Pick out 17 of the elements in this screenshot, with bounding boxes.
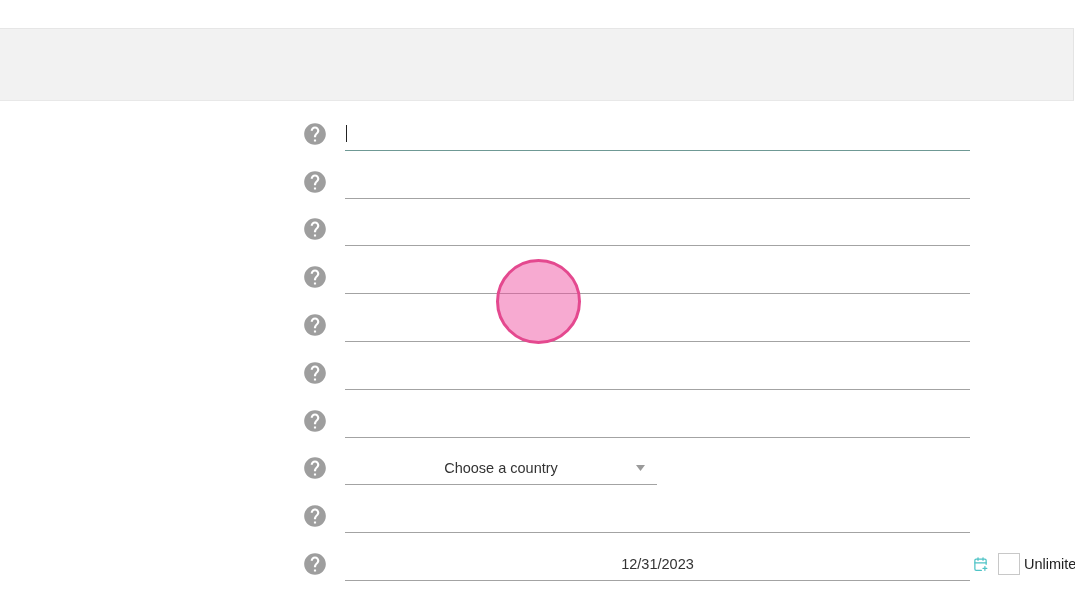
help-icon[interactable] xyxy=(304,266,326,289)
help-icon[interactable] xyxy=(304,409,326,432)
help-icon[interactable] xyxy=(304,505,326,528)
country-select[interactable]: Choose a country xyxy=(345,451,657,486)
help-icon[interactable] xyxy=(304,122,326,145)
help-icon[interactable] xyxy=(304,553,326,576)
dropdown-triangle-icon xyxy=(636,464,645,471)
text-cursor xyxy=(346,124,347,142)
checkbox[interactable] xyxy=(998,553,1020,576)
help-icon[interactable] xyxy=(304,314,326,337)
help-icon[interactable] xyxy=(304,170,326,193)
help-icon[interactable] xyxy=(304,457,326,480)
help-icon[interactable] xyxy=(304,218,326,241)
help-icon[interactable] xyxy=(304,361,326,384)
date-field[interactable]: 12/31/2023 xyxy=(345,547,970,582)
checkbox-label: Unlimite xyxy=(1024,556,1075,573)
calendar-icon[interactable] xyxy=(973,556,988,573)
